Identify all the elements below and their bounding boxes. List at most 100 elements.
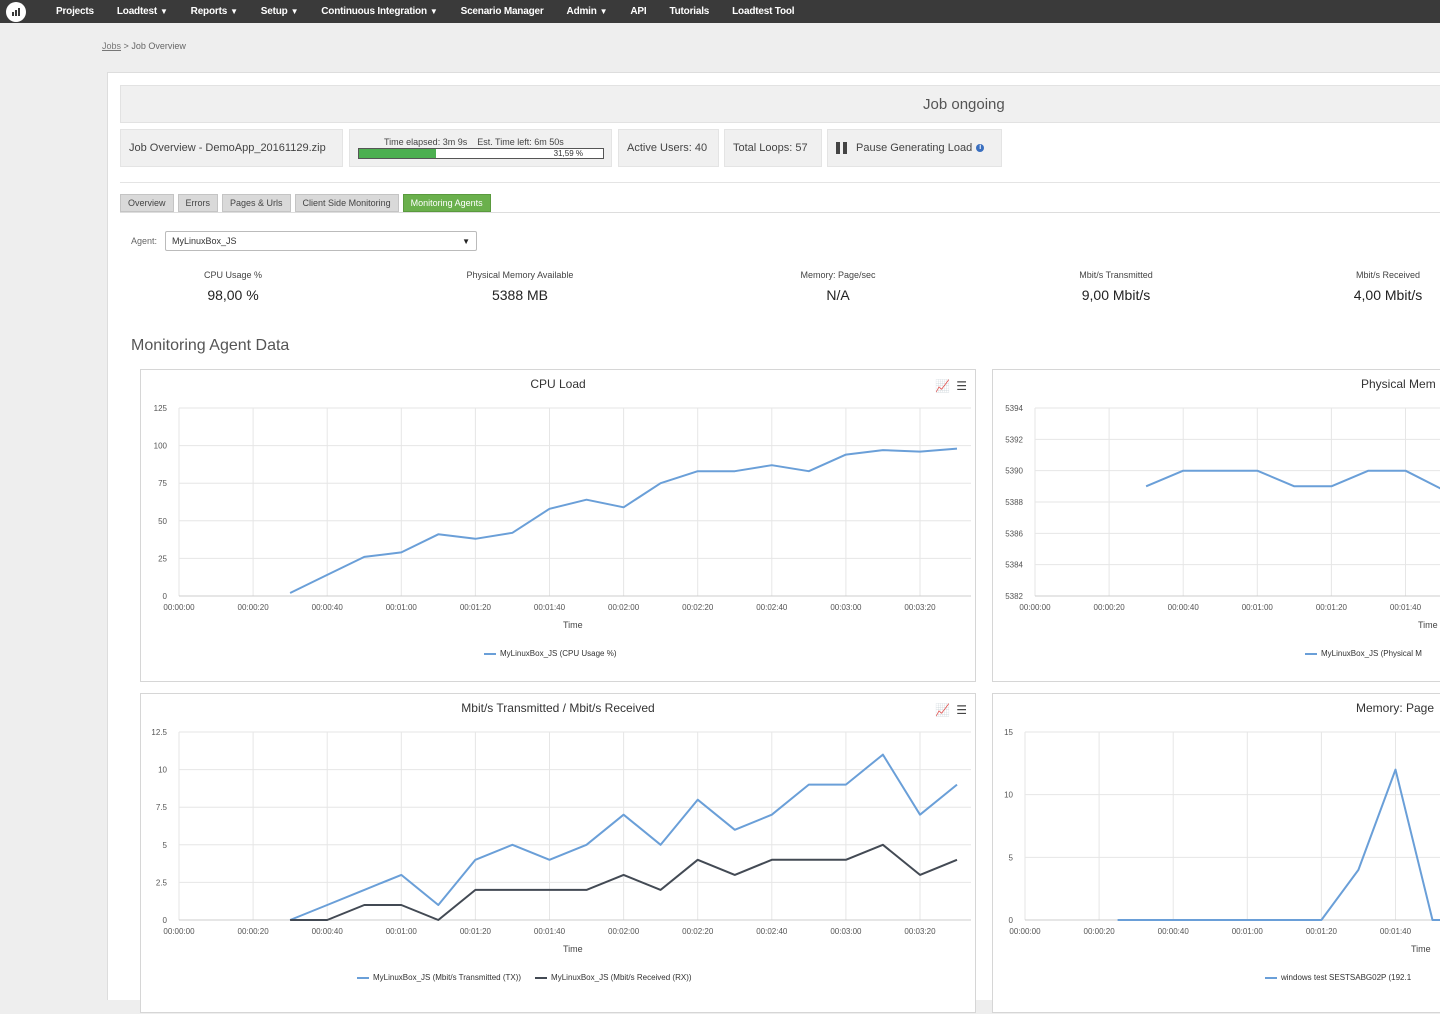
pause-icon bbox=[836, 142, 847, 154]
memory-page-chart: 0 5 10 15 00:00:00 00:00:20 00:00:40 00:01:00 00… bbox=[992, 693, 1440, 1013]
stat-label: Mbit/s Transmitted bbox=[1079, 270, 1153, 280]
nav-item-continuous-integration[interactable]: Continuous Integration ▼ bbox=[321, 6, 438, 17]
tab-pages-urls[interactable]: Pages & Urls bbox=[222, 194, 291, 212]
x-tick-label: 00:01:00 bbox=[386, 603, 418, 612]
y-tick-label: 10 bbox=[1004, 791, 1013, 800]
stat-memory-page: Memory: Page/sec N/A bbox=[738, 270, 938, 303]
nav-item-label: Tutorials bbox=[669, 6, 710, 17]
legend-item[interactable]: MyLinuxBox_JS (Physical M bbox=[1305, 649, 1422, 658]
chart-plot: 5382 5384 5386 5388 5390 5392 5394 00:00:00 00:0… bbox=[1005, 404, 1440, 612]
nav-item-reports[interactable]: Reports ▼ bbox=[191, 6, 238, 17]
nav-item-setup[interactable]: Setup ▼ bbox=[261, 6, 299, 17]
tab-errors[interactable]: Errors bbox=[177, 194, 219, 212]
x-tick-label: 00:00:40 bbox=[312, 927, 344, 936]
x-axis-title: Time bbox=[563, 620, 583, 630]
chart-plot: 0 2.5 5 7.5 10 12.5 00:00:00 00:00:20 00:00:40 00… bbox=[151, 728, 971, 936]
legend-item[interactable]: MyLinuxBox_JS (Mbit/s Transmitted (TX)) bbox=[357, 973, 521, 982]
y-tick-label: 5 bbox=[1009, 853, 1014, 862]
cpu-load-chart: 0 25 50 75 100 125 00:00:00 00:00:20 00:00:40 00:… bbox=[140, 369, 976, 682]
series-line-0 bbox=[1145, 469, 1440, 490]
time-elapsed: Time elapsed: 3m 9s bbox=[384, 137, 468, 147]
stat-value: 9,00 Mbit/s bbox=[1081, 287, 1151, 303]
x-tick-label: 00:01:40 bbox=[1390, 603, 1422, 612]
x-axis-title: Time bbox=[1411, 944, 1431, 954]
pause-load-button[interactable]: Pause Generating Load i bbox=[827, 129, 1002, 167]
y-tick-label: 0 bbox=[1009, 916, 1014, 925]
x-tick-label: 00:00:20 bbox=[238, 603, 270, 612]
nav-item-tutorials[interactable]: Tutorials bbox=[669, 6, 709, 17]
tab-monitoring-agents[interactable]: Monitoring Agents bbox=[402, 194, 491, 212]
chevron-down-icon: ▼ bbox=[230, 7, 238, 16]
tab-client-side-monitoring[interactable]: Client Side Monitoring bbox=[294, 194, 399, 212]
app-logo-icon[interactable] bbox=[6, 1, 26, 22]
job-progress-box: Time elapsed: 3m 9s Est. Time left: 6m 5… bbox=[349, 129, 612, 167]
legend-item[interactable]: MyLinuxBox_JS (Mbit/s Received (RX)) bbox=[535, 973, 692, 982]
total-loops-box: Total Loops: 57 bbox=[724, 129, 822, 167]
nav-item-label: Reports bbox=[190, 6, 228, 17]
legend-label: MyLinuxBox_JS (Mbit/s Received (RX)) bbox=[551, 973, 692, 982]
x-tick-label: 00:01:40 bbox=[534, 603, 566, 612]
dropdown-arrow-icon: ▼ bbox=[462, 236, 471, 246]
network-throughput-chart: 0 2.5 5 7.5 10 12.5 00:00:00 00:00:20 00:00:40 00… bbox=[140, 693, 976, 1013]
top-navigation: Projects Loadtest ▼ Reports ▼ Setup ▼ Continuou… bbox=[0, 0, 1440, 23]
y-tick-label: 50 bbox=[158, 517, 167, 526]
x-tick-label: 00:01:00 bbox=[1242, 603, 1274, 612]
stat-value: N/A bbox=[826, 287, 850, 303]
x-tick-label: 00:02:00 bbox=[608, 603, 640, 612]
chart-menu-icon[interactable]: ☰ bbox=[956, 704, 967, 716]
x-axis-title: Time bbox=[1418, 620, 1438, 630]
y-tick-label: 125 bbox=[154, 404, 168, 413]
breadcrumb-jobs-link[interactable]: Jobs bbox=[102, 41, 121, 51]
chart-menu-icon[interactable]: ☰ bbox=[956, 380, 967, 392]
nav-item-api[interactable]: API bbox=[630, 6, 646, 17]
x-tick-label: 00:00:20 bbox=[1094, 603, 1126, 612]
legend-swatch bbox=[1265, 976, 1277, 979]
legend-label: MyLinuxBox_JS (Physical M bbox=[1321, 649, 1422, 658]
chart-title: Mbit/s Transmitted / Mbit/s Received bbox=[461, 701, 655, 715]
stat-label: Mbit/s Received bbox=[1355, 270, 1421, 280]
chart-zoom-icon[interactable]: 📈 bbox=[935, 380, 950, 392]
nav-menu: Projects Loadtest ▼ Reports ▼ Setup ▼ Continuou… bbox=[56, 0, 817, 23]
chart-plot: 0 25 50 75 100 125 00:00:00 00:00:20 00:00:40 00:… bbox=[154, 404, 971, 612]
tab-overview[interactable]: Overview bbox=[120, 194, 174, 212]
y-tick-label: 5384 bbox=[1005, 561, 1023, 570]
nav-item-scenario-manager[interactable]: Scenario Manager bbox=[461, 6, 544, 17]
chart-legend: MyLinuxBox_JS (Mbit/s Transmitted (TX)) M… bbox=[357, 973, 706, 982]
chart-legend: windows test SESTSABG02P (192.1 bbox=[1265, 973, 1425, 982]
x-tick-label: 00:01:00 bbox=[386, 927, 418, 936]
tab-bar: Overview Errors Pages & Urls Client Side Mo… bbox=[120, 194, 495, 212]
y-tick-label: 5388 bbox=[1005, 498, 1023, 507]
x-tick-label: 00:03:00 bbox=[830, 927, 862, 936]
legend-label: MyLinuxBox_JS (Mbit/s Transmitted (TX)) bbox=[373, 973, 522, 982]
stat-label: Memory: Page/sec bbox=[800, 270, 876, 280]
x-tick-label: 00:02:00 bbox=[608, 927, 640, 936]
y-tick-label: 75 bbox=[158, 479, 167, 488]
nav-item-label: Setup bbox=[260, 6, 288, 17]
nav-item-loadtest-tool[interactable]: Loadtest Tool bbox=[732, 6, 794, 17]
nav-item-loadtest[interactable]: Loadtest ▼ bbox=[117, 6, 168, 17]
nav-item-admin[interactable]: Admin ▼ bbox=[567, 6, 608, 17]
x-tick-label: 00:01:20 bbox=[460, 603, 492, 612]
info-icon[interactable]: i bbox=[976, 144, 985, 152]
y-tick-label: 5394 bbox=[1005, 404, 1023, 413]
y-tick-label: 100 bbox=[154, 442, 168, 451]
x-tick-label: 00:01:40 bbox=[1380, 927, 1412, 936]
x-tick-label: 00:02:20 bbox=[682, 603, 714, 612]
y-tick-label: 0 bbox=[163, 592, 168, 601]
nav-item-projects[interactable]: Projects bbox=[56, 6, 94, 17]
x-tick-label: 00:00:00 bbox=[163, 603, 195, 612]
chart-zoom-icon[interactable]: 📈 bbox=[935, 704, 950, 716]
x-tick-label: 00:02:40 bbox=[756, 927, 788, 936]
stat-cpu-usage: CPU Usage % 98,00 % bbox=[133, 270, 333, 303]
x-tick-label: 00:00:40 bbox=[1168, 603, 1200, 612]
time-remaining: Est. Time left: 6m 50s bbox=[477, 137, 564, 147]
nav-item-label: Projects bbox=[56, 6, 94, 17]
stat-label: CPU Usage % bbox=[203, 270, 263, 280]
legend-swatch bbox=[1305, 652, 1317, 655]
x-tick-label: 00:03:20 bbox=[904, 927, 936, 936]
agent-select[interactable]: MyLinuxBox_JS ▼ bbox=[165, 231, 478, 251]
nav-item-label: Loadtest bbox=[116, 6, 157, 17]
legend-item[interactable]: windows test SESTSABG02P (192.1 bbox=[1265, 973, 1411, 982]
legend-item[interactable]: MyLinuxBox_JS (CPU Usage %) bbox=[484, 649, 616, 658]
x-tick-label: 00:03:00 bbox=[830, 603, 862, 612]
